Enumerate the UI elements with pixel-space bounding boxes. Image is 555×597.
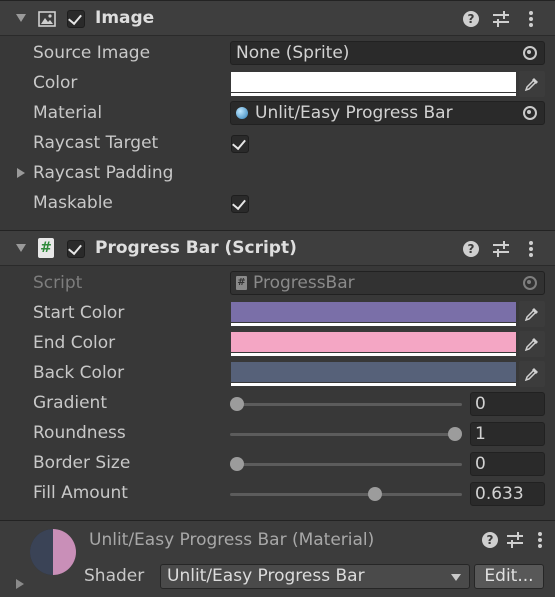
- context-menu-icon[interactable]: [538, 532, 542, 548]
- shader-dropdown[interactable]: Unlit/Easy Progress Bar: [160, 564, 470, 589]
- material-label: Material: [33, 103, 103, 123]
- image-foldout-arrow[interactable]: [16, 14, 26, 22]
- border-size-slider-thumb[interactable]: [230, 457, 244, 471]
- maskable-checkbox[interactable]: [231, 195, 249, 213]
- presets-icon[interactable]: [493, 11, 509, 27]
- eyedropper-icon[interactable]: [519, 331, 545, 357]
- back-color-label: Back Color: [33, 363, 125, 383]
- shader-label: Shader: [84, 566, 145, 586]
- progress-bar-enabled-checkbox[interactable]: [67, 240, 85, 258]
- edit-shader-button[interactable]: Edit...: [474, 564, 544, 589]
- script-value: ProgressBar: [253, 273, 355, 293]
- progress-bar-component-header[interactable]: # Progress Bar (Script) ?: [0, 230, 555, 266]
- maskable-label: Maskable: [33, 193, 113, 213]
- gradient-input[interactable]: 0: [470, 392, 545, 416]
- start-color-label: Start Color: [33, 303, 125, 323]
- start-color-field[interactable]: [230, 301, 517, 327]
- back-color-alpha-bar: [231, 383, 516, 386]
- presets-icon[interactable]: [507, 532, 523, 548]
- progress-bar-component-title: Progress Bar (Script): [95, 238, 297, 258]
- source-image-label: Source Image: [33, 43, 151, 63]
- color-swatch: [231, 72, 516, 92]
- border-size-input[interactable]: 0: [470, 452, 545, 476]
- fill-amount-slider-thumb[interactable]: [367, 487, 382, 501]
- help-icon[interactable]: ?: [463, 241, 479, 257]
- image-component-icon: [38, 11, 56, 27]
- script-hash-icon: #: [38, 238, 54, 258]
- shader-dropdown-value: Unlit/Easy Progress Bar: [167, 566, 365, 586]
- source-image-field[interactable]: None (Sprite): [230, 41, 545, 65]
- material-value: Unlit/Easy Progress Bar: [255, 103, 453, 123]
- raycast-target-checkbox[interactable]: [231, 135, 249, 153]
- gradient-label: Gradient: [33, 393, 107, 413]
- progress-bar-foldout-arrow[interactable]: [16, 244, 26, 252]
- border-size-label: Border Size: [33, 453, 131, 473]
- help-icon[interactable]: ?: [482, 532, 498, 548]
- end-color-label: End Color: [33, 333, 116, 353]
- color-field[interactable]: [230, 71, 517, 97]
- color-alpha-bar: [231, 93, 516, 96]
- roundness-slider-thumb[interactable]: [448, 427, 462, 441]
- eyedropper-icon[interactable]: [519, 71, 545, 97]
- gradient-slider-track[interactable]: [230, 403, 462, 406]
- material-foldout-arrow[interactable]: [16, 579, 24, 589]
- script-field: # ProgressBar: [230, 271, 545, 295]
- chevron-down-icon: [451, 574, 461, 581]
- fill-amount-label: Fill Amount: [33, 483, 128, 503]
- eyedropper-icon[interactable]: [519, 301, 545, 327]
- context-menu-icon[interactable]: [529, 241, 533, 257]
- gradient-slider-thumb[interactable]: [230, 397, 244, 411]
- material-preview-icon: [30, 529, 76, 575]
- source-image-value: None (Sprite): [236, 43, 350, 63]
- fill-amount-input[interactable]: 0.633: [470, 482, 545, 506]
- raycast-padding-label[interactable]: Raycast Padding: [33, 163, 173, 183]
- image-enabled-checkbox[interactable]: [67, 10, 85, 28]
- presets-icon[interactable]: [493, 241, 509, 257]
- color-label: Color: [33, 73, 78, 93]
- fill-amount-slider-track[interactable]: [230, 493, 462, 496]
- raycast-padding-foldout-arrow[interactable]: [17, 168, 25, 178]
- material-sphere-icon: [236, 107, 248, 119]
- eyedropper-icon[interactable]: [519, 361, 545, 387]
- context-menu-icon[interactable]: [529, 11, 533, 27]
- material-field[interactable]: Unlit/Easy Progress Bar: [230, 101, 545, 125]
- script-label: Script: [33, 273, 83, 293]
- object-picker-icon: [516, 272, 544, 294]
- roundness-slider-track[interactable]: [230, 433, 462, 436]
- object-picker-icon[interactable]: [516, 102, 544, 124]
- roundness-input[interactable]: 1: [470, 422, 545, 446]
- object-picker-icon[interactable]: [516, 42, 544, 64]
- back-color-field[interactable]: [230, 361, 517, 387]
- roundness-label: Roundness: [33, 423, 126, 443]
- back-color-swatch: [231, 362, 516, 382]
- border-size-slider-track[interactable]: [230, 463, 462, 466]
- end-color-field[interactable]: [230, 331, 517, 357]
- script-small-icon: #: [236, 276, 247, 290]
- help-icon[interactable]: ?: [463, 11, 479, 27]
- raycast-target-label: Raycast Target: [33, 133, 159, 153]
- start-color-alpha-bar: [231, 323, 516, 326]
- end-color-alpha-bar: [231, 353, 516, 356]
- image-component-title: Image: [95, 8, 155, 28]
- start-color-swatch: [231, 302, 516, 322]
- material-title: Unlit/Easy Progress Bar (Material): [89, 530, 375, 550]
- image-component-header[interactable]: Image ?: [0, 0, 555, 36]
- end-color-swatch: [231, 332, 516, 352]
